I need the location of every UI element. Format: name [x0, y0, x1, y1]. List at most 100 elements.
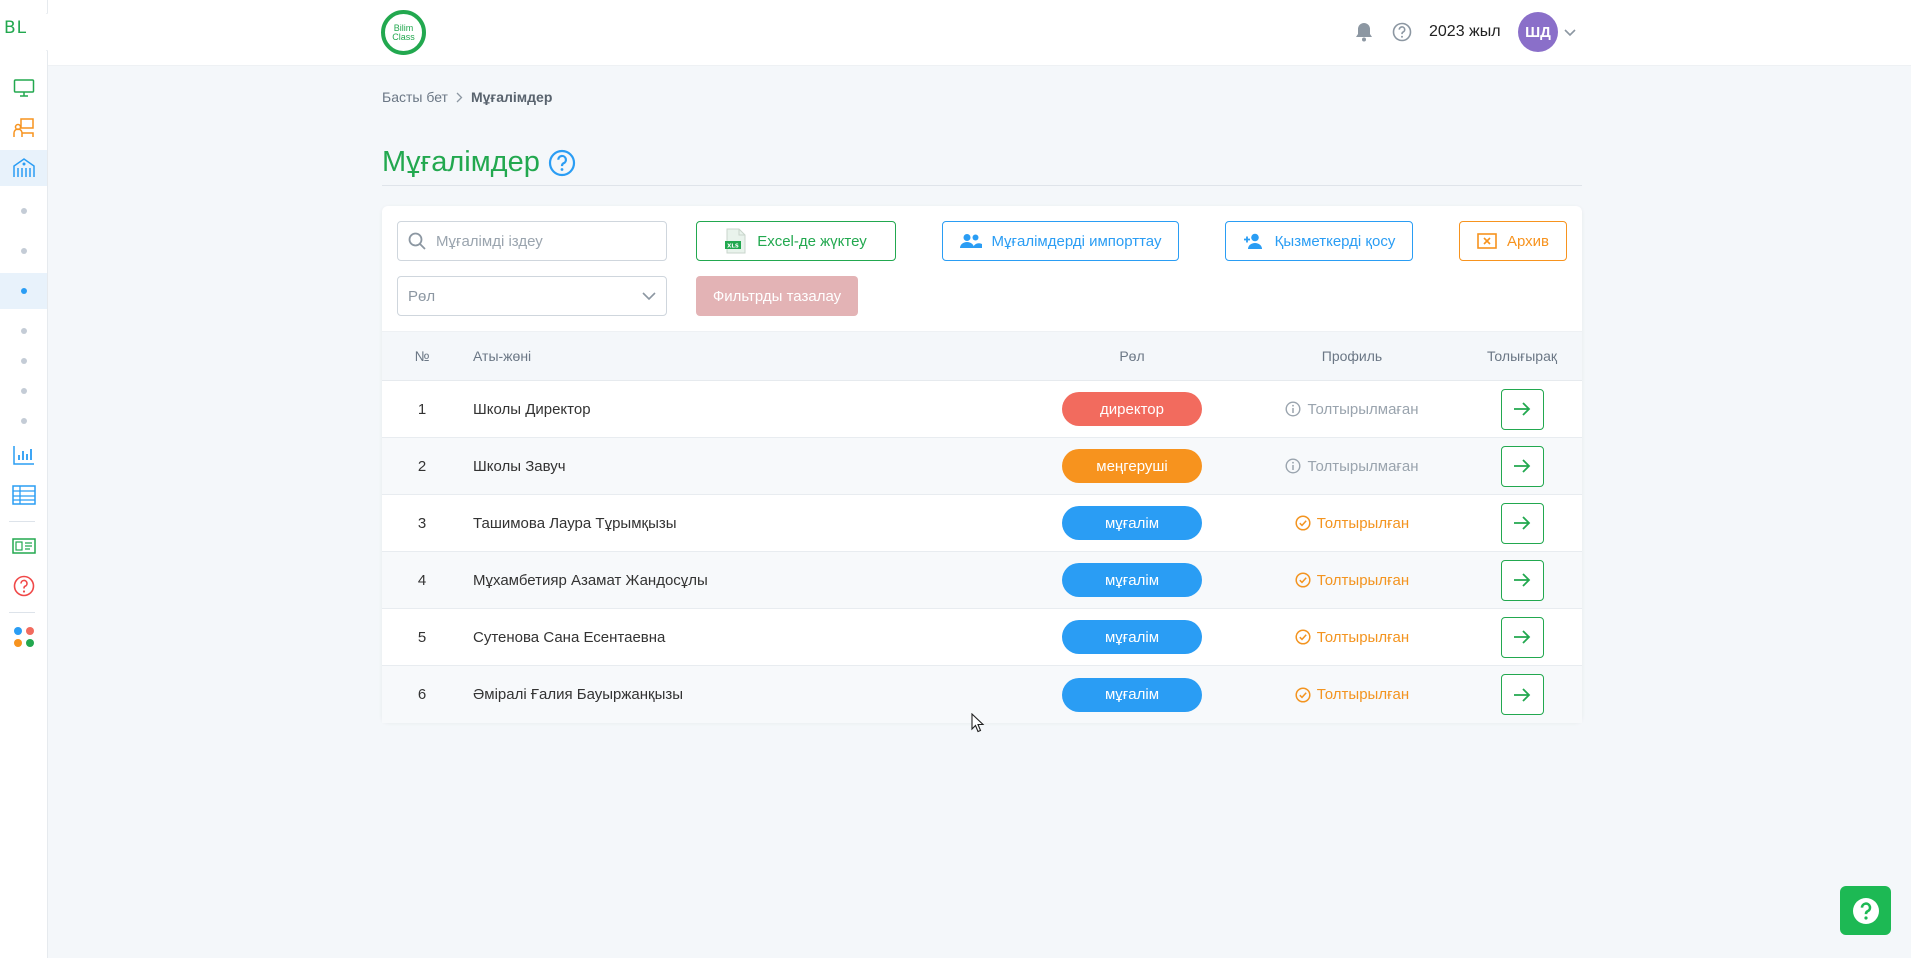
column-header-role: Рөл	[1119, 348, 1145, 364]
column-header-name: Аты-жөні	[473, 348, 532, 364]
table-row: 5 Сутенова Сана Есентаевна мұғалім Толты…	[382, 609, 1582, 666]
role-badge: мұғалім	[1062, 677, 1202, 712]
sidebar-item-reports[interactable]	[0, 437, 47, 473]
arrow-right-icon	[1514, 630, 1531, 644]
sidebar-subitem-active[interactable]	[0, 273, 47, 309]
sidebar-item-apps[interactable]	[0, 619, 47, 655]
excel-download-button[interactable]: XLS Excel-де жүктеу	[696, 221, 896, 261]
sidebar-item-idcard[interactable]	[0, 528, 47, 564]
import-teachers-button[interactable]: Мұғалімдерді импорттау	[942, 221, 1179, 261]
clear-filters-button[interactable]: Фильтрды тазалау	[696, 276, 858, 316]
help-button[interactable]	[1392, 22, 1412, 42]
role-badge: мұғалім	[1062, 563, 1202, 597]
info-circle-icon	[1285, 458, 1301, 474]
dot-icon	[20, 208, 27, 214]
teachers-card: Рөл XLS Excel-де жүктеу Мұғалімдерді имп…	[382, 206, 1582, 723]
teacher-name: Мұхамбетияр Азамат Жандосұлы	[473, 571, 708, 589]
title-divider	[382, 185, 1582, 186]
profile-status: Толтырылған	[1316, 628, 1410, 646]
classroom-icon	[12, 118, 34, 137]
profile-status: Толтырылған	[1316, 571, 1410, 589]
add-employee-label: Қызметкерді қосу	[1274, 232, 1396, 250]
dot-icon	[20, 328, 27, 334]
mouse-cursor	[971, 712, 985, 738]
profile-status: Толтырылған	[1316, 686, 1410, 703]
academic-year-selector[interactable]: 2023 жыл	[1429, 23, 1501, 41]
details-button[interactable]	[1500, 502, 1544, 544]
check-circle-icon	[1295, 629, 1311, 645]
monitor-icon	[13, 79, 34, 97]
dot-icon	[20, 418, 27, 424]
table-row: 2 Школы Завуч меңгеруші Толтырылмаған	[382, 438, 1582, 495]
floating-help-button[interactable]	[1840, 886, 1891, 935]
arrow-right-icon	[1514, 459, 1531, 473]
archive-label: Архив	[1506, 232, 1550, 250]
question-circle-icon	[1852, 897, 1879, 924]
info-circle-icon	[1285, 401, 1301, 417]
profile-status: Толтырылмаған	[1307, 400, 1419, 418]
row-number: 4	[417, 571, 427, 589]
sidebar: BL	[0, 0, 72, 958]
teachers-table: № Аты-жөні Рөл Профиль Толығырақ 1 Школы…	[382, 331, 1582, 723]
arrow-right-icon	[1514, 573, 1531, 587]
column-header-num: №	[414, 348, 430, 364]
role-badge: директор	[1062, 392, 1202, 426]
row-number: 5	[417, 628, 427, 646]
sidebar-item-school[interactable]	[0, 150, 47, 186]
table-row: 4 Мұхамбетияр Азамат Жандосұлы мұғалім Т…	[382, 552, 1582, 609]
details-button[interactable]	[1500, 674, 1544, 715]
sidebar-item-monitor[interactable]	[0, 70, 47, 106]
sidebar-subitem[interactable]	[0, 403, 47, 439]
details-button[interactable]	[1500, 616, 1544, 658]
chevron-down-icon	[642, 291, 656, 300]
search-input[interactable]	[436, 232, 656, 250]
user-menu-toggle[interactable]	[1564, 24, 1576, 42]
sidebar-logo[interactable]: BL	[4, 18, 27, 38]
details-button[interactable]	[1500, 559, 1544, 601]
role-filter-select[interactable]: Рөл	[397, 276, 667, 316]
role-badge: мұғалім	[1062, 506, 1202, 540]
table-row: 3 Ташимова Лаура Тұрымқызы мұғалім Толты…	[382, 495, 1582, 552]
teacher-name: Әміралі Ғалия Бауыржанқызы	[473, 686, 684, 703]
search-icon	[408, 232, 426, 250]
bell-icon	[1356, 23, 1372, 42]
close-box-icon	[1477, 233, 1497, 249]
row-number: 1	[417, 400, 427, 418]
sidebar-item-classroom[interactable]	[0, 110, 47, 146]
sidebar-subitem[interactable]	[0, 233, 47, 269]
chevron-right-icon	[456, 92, 463, 102]
excel-icon-text: XLS	[727, 244, 739, 250]
breadcrumb: Басты бет Мұғалімдер	[382, 89, 552, 105]
dot-icon	[20, 358, 27, 364]
bilimclass-logo[interactable]: Bilim Class	[381, 10, 426, 55]
teacher-name: Школы Завуч	[473, 457, 566, 475]
question-circle-icon	[1392, 22, 1412, 42]
archive-button[interactable]: Архив	[1459, 221, 1567, 261]
check-circle-icon	[1295, 686, 1311, 703]
add-employee-button[interactable]: Қызметкерді қосу	[1225, 221, 1413, 261]
import-teachers-label: Мұғалімдерді импорттау	[991, 232, 1162, 250]
clear-filters-label: Фильтрды тазалау	[712, 287, 842, 305]
role-filter-placeholder: Рөл	[408, 287, 436, 305]
logo-text-line2: Class	[392, 31, 415, 42]
user-plus-icon	[1243, 233, 1262, 249]
arrow-right-icon	[1514, 516, 1531, 530]
user-avatar[interactable]: ШД	[1518, 12, 1558, 52]
details-button[interactable]	[1500, 445, 1544, 487]
excel-file-icon: XLS	[725, 228, 746, 254]
chevron-down-icon	[1564, 29, 1576, 37]
table-row: 1 Школы Директор директор Толтырылмаған	[382, 381, 1582, 438]
sidebar-divider	[9, 612, 35, 613]
dot-icon	[20, 388, 27, 394]
sidebar-item-help[interactable]	[0, 568, 47, 604]
sidebar-item-table[interactable]	[0, 477, 47, 513]
sidebar-subitem[interactable]	[0, 193, 47, 229]
notifications-button[interactable]	[1354, 22, 1374, 42]
help-circle-icon[interactable]	[548, 149, 576, 177]
details-button[interactable]	[1500, 388, 1544, 430]
id-card-icon	[11, 538, 36, 554]
breadcrumb-home[interactable]: Басты бет	[382, 89, 448, 105]
cursor-arrow-icon	[971, 712, 985, 733]
teacher-name: Ташимова Лаура Тұрымқызы	[473, 514, 677, 532]
row-number: 2	[417, 457, 427, 475]
